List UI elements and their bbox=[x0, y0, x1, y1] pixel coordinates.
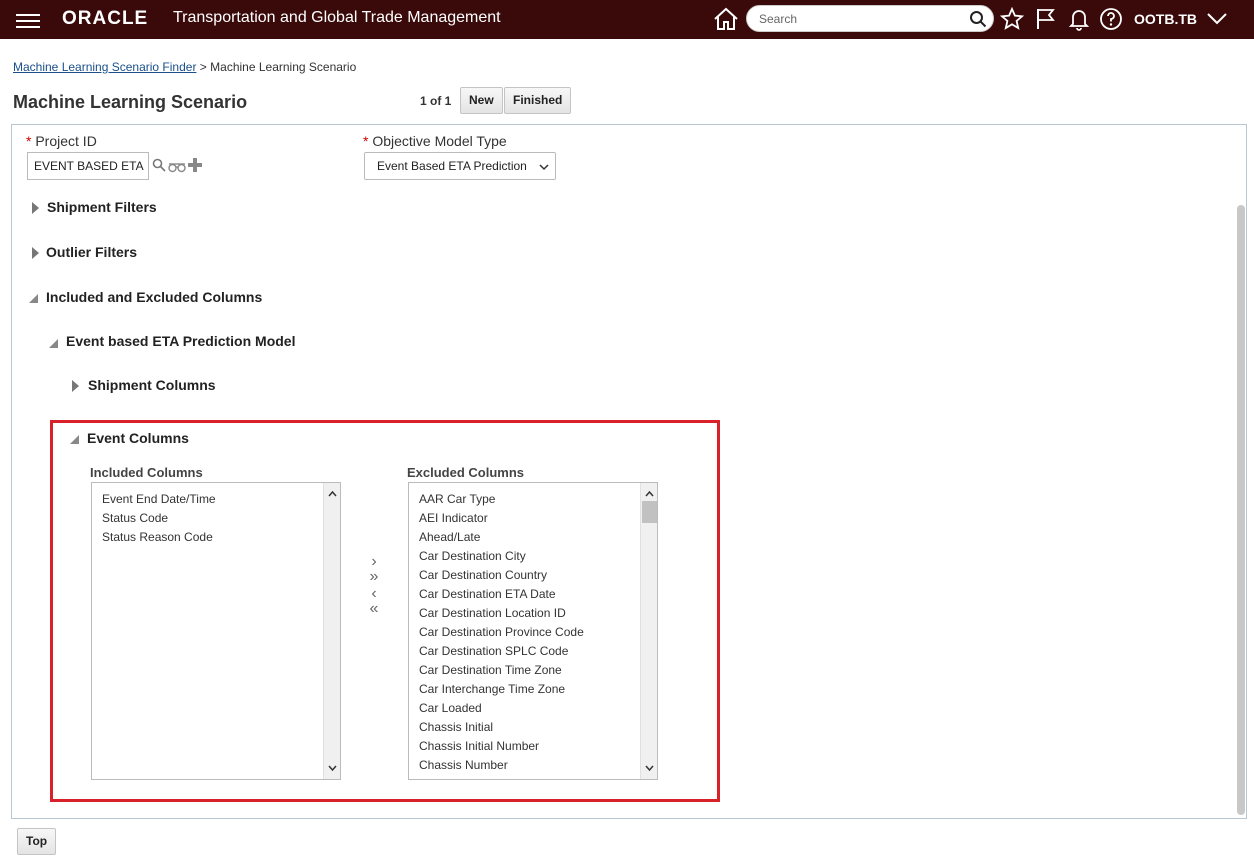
page-title: Machine Learning Scenario bbox=[13, 92, 248, 112]
objective-model-type-select[interactable]: Event Based ETA Prediction bbox=[364, 152, 556, 180]
list-scrollbar[interactable] bbox=[640, 483, 657, 779]
list-item[interactable]: Car Loaded bbox=[419, 699, 584, 718]
move-all-right-button[interactable]: » bbox=[366, 568, 382, 586]
list-item[interactable]: Car Destination City bbox=[419, 547, 584, 566]
list-item[interactable]: Car Destination Province Code bbox=[419, 623, 584, 642]
list-item[interactable]: Car Destination ETA Date bbox=[419, 585, 584, 604]
list-item[interactable]: Car Destination Location ID bbox=[419, 604, 584, 623]
notifications-bell-icon[interactable] bbox=[1067, 7, 1091, 36]
list-item[interactable]: Car Destination SPLC Code bbox=[419, 642, 584, 661]
list-item[interactable]: Status Reason Code bbox=[102, 528, 216, 547]
section-event-columns[interactable]: Event Columns bbox=[87, 430, 189, 446]
collapse-triangle-icon[interactable] bbox=[29, 294, 38, 303]
scroll-down-icon[interactable] bbox=[645, 759, 654, 777]
list-item[interactable]: Chassis Number bbox=[419, 756, 584, 775]
search-icon[interactable] bbox=[969, 10, 987, 33]
list-scrollbar[interactable] bbox=[323, 483, 340, 779]
list-item[interactable]: Status Code bbox=[102, 509, 216, 528]
section-shipment-columns[interactable]: Shipment Columns bbox=[88, 377, 216, 393]
objective-model-type-label: * Objective Model Type bbox=[363, 133, 507, 149]
finished-button[interactable]: Finished bbox=[504, 87, 572, 114]
list-item[interactable]: Chassis Initial bbox=[419, 718, 584, 737]
section-eta-prediction-model[interactable]: Event based ETA Prediction Model bbox=[66, 333, 295, 349]
breadcrumb-separator: > bbox=[199, 60, 207, 74]
list-item[interactable]: Car Destination Country bbox=[419, 566, 584, 585]
add-plus-icon[interactable] bbox=[188, 158, 202, 177]
user-name[interactable]: OOTB.TB bbox=[1134, 11, 1197, 27]
view-glasses-icon[interactable] bbox=[168, 160, 186, 178]
list-item[interactable]: Ahead/Late bbox=[419, 528, 584, 547]
expand-triangle-icon[interactable] bbox=[72, 380, 79, 392]
project-id-input[interactable] bbox=[27, 152, 149, 180]
move-all-left-button[interactable]: « bbox=[366, 600, 382, 618]
breadcrumb-current: Machine Learning Scenario bbox=[210, 60, 357, 74]
objective-model-type-value: Event Based ETA Prediction bbox=[377, 159, 527, 173]
list-item[interactable]: Car Destination Time Zone bbox=[419, 661, 584, 680]
favorites-star-icon[interactable] bbox=[999, 6, 1025, 36]
collapse-triangle-icon[interactable] bbox=[70, 435, 79, 444]
included-columns-header: Included Columns bbox=[90, 465, 203, 480]
top-button[interactable]: Top bbox=[17, 828, 57, 855]
search-box bbox=[746, 5, 994, 32]
breadcrumb: Machine Learning Scenario Finder > Machi… bbox=[13, 60, 356, 74]
excluded-columns-header: Excluded Columns bbox=[407, 465, 525, 480]
included-columns-list[interactable]: Event End Date/Time Status Code Status Rea… bbox=[91, 482, 341, 780]
oracle-logo: ORACLE bbox=[62, 8, 149, 29]
list-item[interactable]: Event End Date/Time bbox=[102, 490, 216, 509]
excluded-columns-list[interactable]: AAR Car Type AEI Indicator Ahead/Late Car D… bbox=[408, 482, 658, 780]
hamburger-menu-icon[interactable] bbox=[16, 10, 40, 29]
expand-triangle-icon[interactable] bbox=[32, 202, 39, 214]
list-item[interactable]: AEI Indicator bbox=[419, 509, 584, 528]
chevron-down-icon bbox=[539, 161, 549, 175]
section-shipment-filters[interactable]: Shipment Filters bbox=[47, 199, 157, 215]
home-icon[interactable] bbox=[713, 7, 739, 36]
list-item[interactable]: AAR Car Type bbox=[419, 490, 584, 509]
section-included-excluded-columns[interactable]: Included and Excluded Columns bbox=[46, 289, 262, 305]
record-pager: 1 of 1 bbox=[420, 94, 452, 108]
project-id-label: * Project ID bbox=[26, 133, 97, 149]
breadcrumb-finder-link[interactable]: Machine Learning Scenario Finder bbox=[13, 60, 196, 74]
page-scrollbar[interactable] bbox=[1237, 205, 1245, 815]
search-icon[interactable] bbox=[152, 158, 166, 177]
section-outlier-filters[interactable]: Outlier Filters bbox=[46, 244, 137, 260]
scroll-thumb[interactable] bbox=[642, 501, 657, 523]
top-bar: ORACLE Transportation and Global Trade M… bbox=[0, 0, 1254, 39]
list-item[interactable]: Chassis Initial Number bbox=[419, 737, 584, 756]
scroll-down-icon[interactable] bbox=[328, 759, 337, 777]
list-item[interactable]: Car Interchange Time Zone bbox=[419, 680, 584, 699]
app-title: Transportation and Global Trade Manageme… bbox=[173, 9, 501, 26]
user-menu-chevron-icon[interactable] bbox=[1206, 10, 1228, 33]
search-input[interactable] bbox=[759, 10, 969, 28]
scroll-up-icon[interactable] bbox=[328, 485, 337, 503]
help-icon[interactable] bbox=[1099, 7, 1123, 36]
flag-icon[interactable] bbox=[1034, 7, 1058, 36]
new-button[interactable]: New bbox=[460, 87, 503, 114]
expand-triangle-icon[interactable] bbox=[32, 247, 39, 259]
collapse-triangle-icon[interactable] bbox=[49, 339, 58, 348]
